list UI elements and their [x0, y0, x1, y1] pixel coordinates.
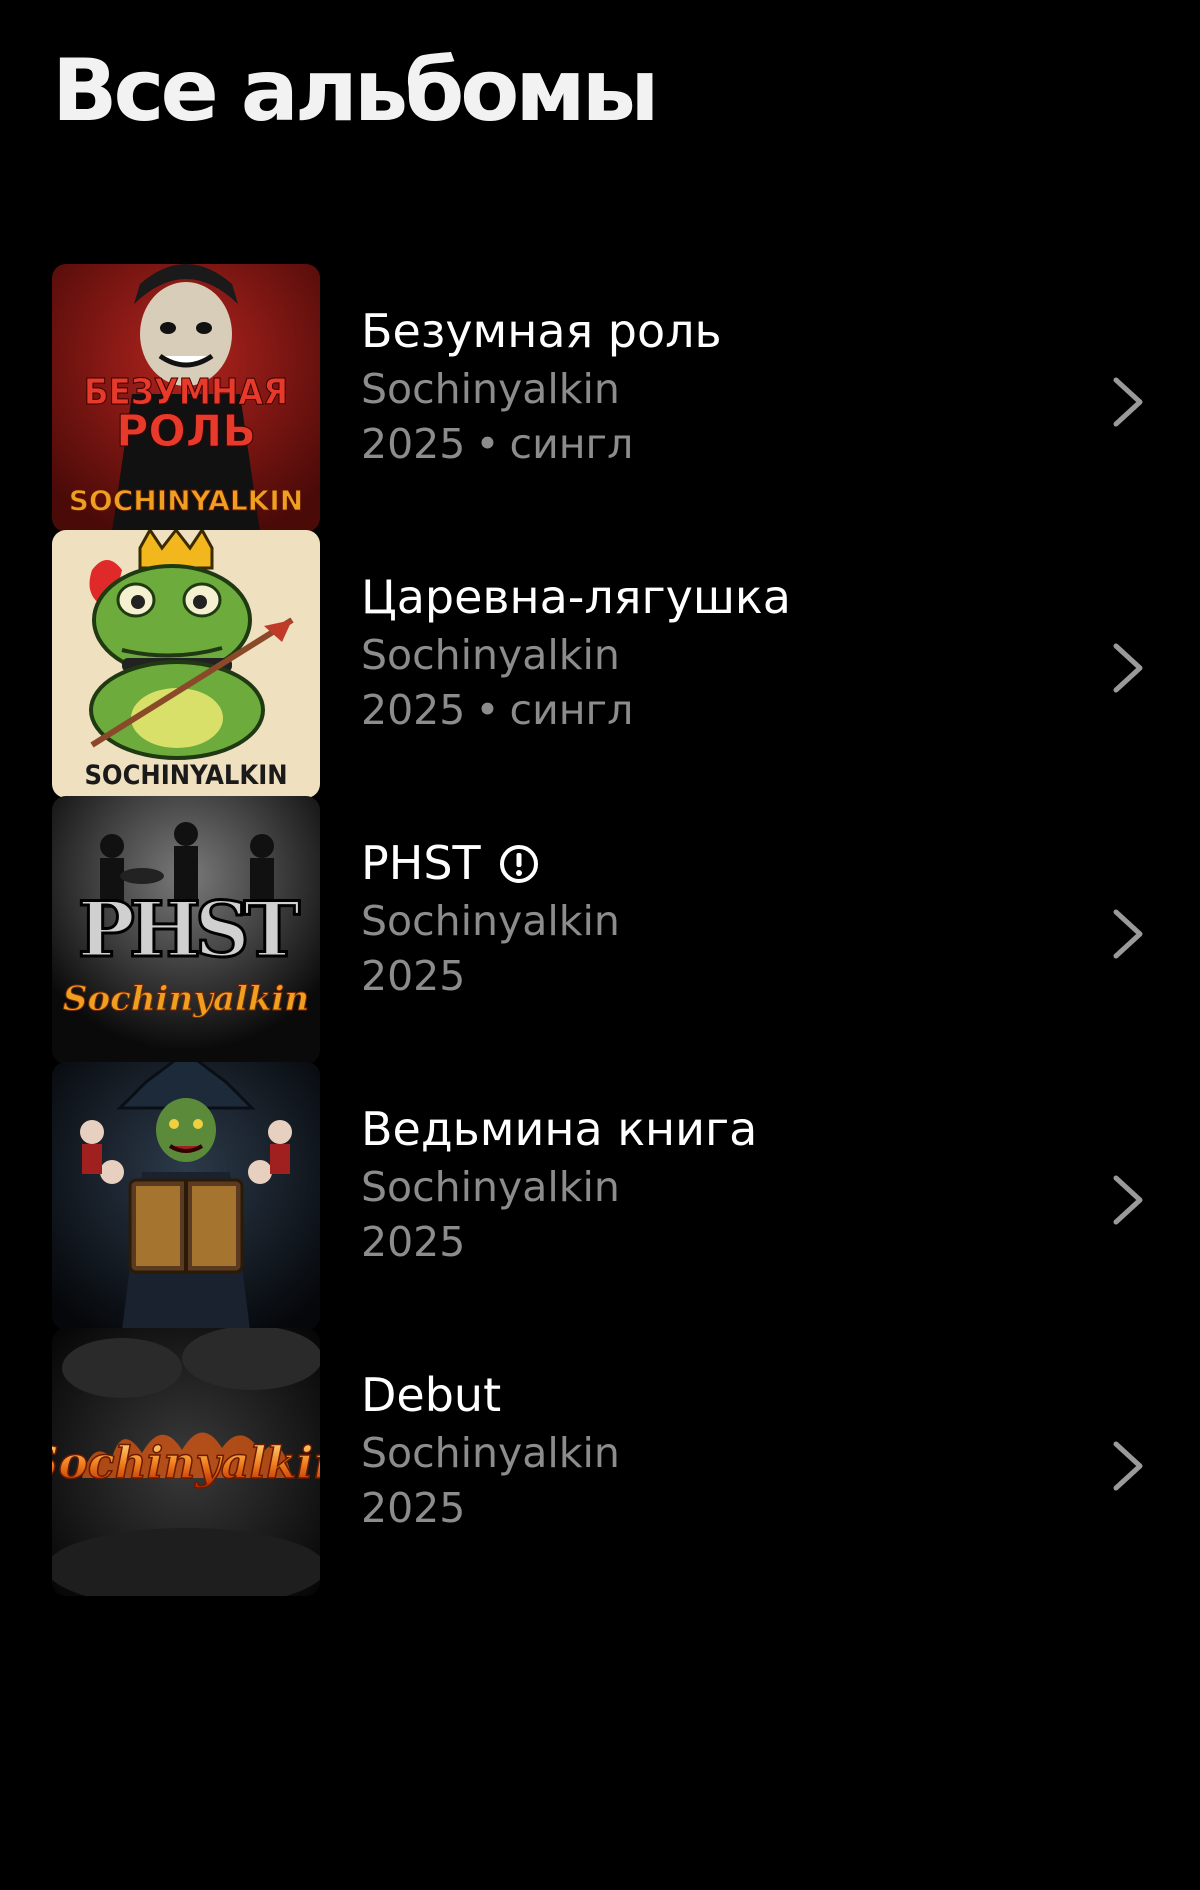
album-title: Debut [361, 1368, 1061, 1423]
album-title: PHST [361, 836, 1061, 891]
album-year: 2025 [361, 952, 466, 1001]
chevron-right-icon[interactable] [1108, 1438, 1148, 1494]
album-kind: сингл [509, 686, 634, 735]
album-info: 2025 [361, 1484, 1061, 1533]
album-title: Царевна-лягушка [361, 570, 1061, 625]
album-info: 2025 • сингл [361, 420, 1061, 469]
info-separator: • [475, 686, 500, 735]
album-meta: Debut Sochinyalkin 2025 [361, 1368, 1061, 1534]
svg-text:Sochinyalkin: Sochinyalkin [52, 1438, 320, 1489]
album-artist: Sochinyalkin [361, 365, 620, 414]
album-title: Ведьмина книга [361, 1102, 1061, 1157]
album-meta: PHST Sochinyalkin 2025 [361, 836, 1061, 1002]
album-info: 2025 • сингл [361, 686, 1061, 735]
album-title-text: Ведьмина книга [361, 1102, 758, 1156]
chevron-right-icon[interactable] [1108, 906, 1148, 962]
album-cover-image: БЕЗУМНАЯ РОЛЬ SOCHINYALKIN [52, 264, 320, 532]
album-cover-image: PHST Sochinyalkin [52, 796, 320, 1064]
album-info: 2025 [361, 952, 1061, 1001]
chevron-right-icon[interactable] [1108, 374, 1148, 430]
chevron-right-icon[interactable] [1108, 1172, 1148, 1228]
album-row[interactable]: Ведьмина книга Sochinyalkin 2025 [0, 1062, 1200, 1330]
album-cover-image [52, 1062, 320, 1330]
album-row[interactable]: PHST Sochinyalkin PHST Sochinyalkin 2025 [0, 796, 1200, 1064]
album-artist: Sochinyalkin [361, 631, 620, 680]
svg-text:PHST: PHST [78, 885, 300, 974]
page-title: Все альбомы [52, 41, 659, 141]
album-info: 2025 [361, 1218, 1061, 1267]
info-separator: • [475, 420, 500, 469]
album-list: БЕЗУМНАЯ РОЛЬ SOCHINYALKIN Безумная роль… [0, 264, 1200, 1596]
album-title-text: Царевна-лягушка [361, 570, 791, 624]
album-year: 2025 [361, 1218, 466, 1267]
album-title-text: Debut [361, 1368, 502, 1422]
album-title: Безумная роль [361, 304, 1061, 359]
album-cover-image: Sochinyalkin [52, 1328, 320, 1596]
album-cover-image: SOCHINYALKIN [52, 530, 320, 798]
svg-text:SOCHINYALKIN: SOCHINYALKIN [84, 760, 287, 791]
chevron-right-icon[interactable] [1108, 640, 1148, 696]
album-meta: Безумная роль Sochinyalkin 2025 • сингл [361, 304, 1061, 470]
svg-text:Sochinyalkin: Sochinyalkin [63, 979, 309, 1019]
album-year: 2025 [361, 686, 466, 735]
album-meta: Ведьмина книга Sochinyalkin 2025 [361, 1102, 1061, 1268]
album-year: 2025 [361, 1484, 466, 1533]
album-row[interactable]: Sochinyalkin Debut Sochinyalkin 2025 [0, 1328, 1200, 1596]
svg-text:SOCHINYALKIN: SOCHINYALKIN [69, 484, 303, 517]
svg-text:РОЛЬ: РОЛЬ [116, 406, 256, 457]
album-title-text: Безумная роль [361, 304, 722, 358]
album-row[interactable]: БЕЗУМНАЯ РОЛЬ SOCHINYALKIN Безумная роль… [0, 264, 1200, 532]
album-title-text: PHST [361, 836, 481, 890]
album-artist: Sochinyalkin [361, 897, 620, 946]
album-kind: сингл [509, 420, 634, 469]
album-artist: Sochinyalkin [361, 1163, 620, 1212]
album-year: 2025 [361, 420, 466, 469]
album-row[interactable]: SOCHINYALKIN Царевна-лягушка Sochinyalki… [0, 530, 1200, 798]
album-artist: Sochinyalkin [361, 1429, 620, 1478]
album-meta: Царевна-лягушка Sochinyalkin 2025 • сингл [361, 570, 1061, 736]
explicit-warning-icon [499, 844, 538, 883]
